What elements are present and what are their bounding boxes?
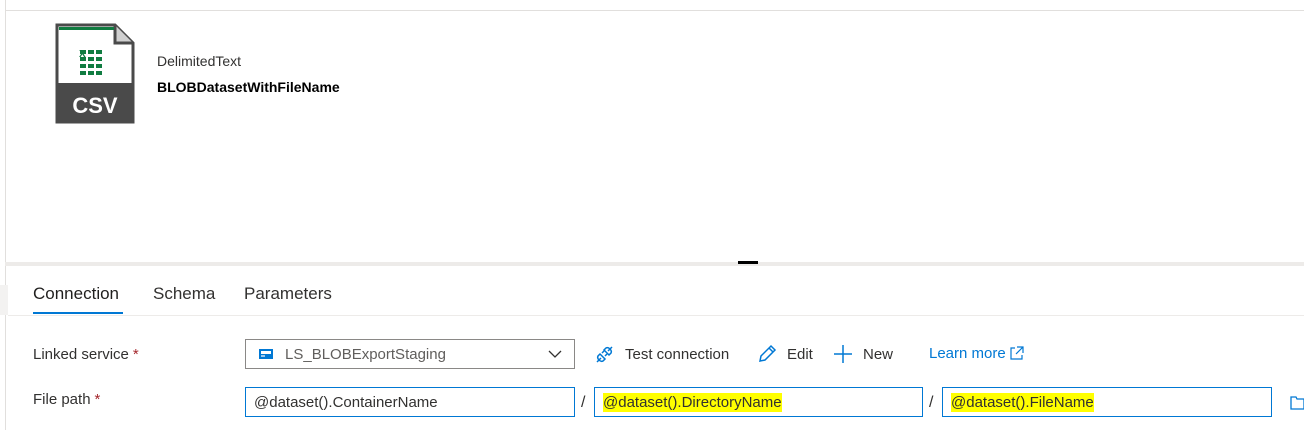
required-marker: *: [132, 346, 139, 363]
new-button[interactable]: New: [833, 344, 893, 364]
plug-icon: [596, 346, 613, 363]
dataset-name: BLOBDatasetWithFileName: [157, 79, 340, 95]
new-label: New: [863, 345, 894, 363]
learn-more-label: Learn more: [929, 345, 1006, 362]
directory-value: @dataset().DirectoryName: [603, 392, 782, 412]
storage-icon: [259, 349, 273, 359]
linked-service-select[interactable]: LS_BLOBExportStaging: [245, 339, 575, 369]
pencil-icon: [759, 344, 777, 362]
dataset-type-label: DelimitedText: [157, 53, 242, 69]
tab-parameters[interactable]: Parameters: [244, 284, 332, 304]
learn-more-link[interactable]: Learn more: [929, 345, 1024, 362]
directory-input[interactable]: @dataset().DirectoryName: [594, 387, 923, 417]
left-edge-shade: [0, 285, 8, 315]
tabs-divider: [8, 315, 1304, 316]
required-marker: *: [94, 391, 101, 408]
test-connection-button[interactable]: Test connection: [594, 344, 729, 365]
linked-service-label: Linked service *: [33, 346, 139, 363]
path-separator: /: [581, 394, 586, 411]
tab-connection[interactable]: Connection: [33, 284, 119, 304]
csv-file-icon: X CSV: [55, 23, 135, 124]
file-path-label: File path *: [33, 391, 100, 408]
panel-splitter[interactable]: [5, 262, 1304, 266]
container-input[interactable]: @dataset().ContainerName: [245, 387, 575, 417]
plus-icon: [834, 345, 852, 363]
linked-service-label-text: Linked service: [33, 346, 129, 363]
external-link-icon: [1010, 346, 1024, 360]
splitter-handle[interactable]: [738, 261, 758, 264]
edit-label: Edit: [787, 345, 813, 363]
svg-text:CSV: CSV: [72, 93, 118, 118]
top-divider: [5, 10, 1304, 11]
test-connection-label: Test connection: [625, 346, 730, 363]
chevron-down-icon: [548, 350, 562, 358]
path-separator: /: [929, 394, 934, 411]
folder-icon[interactable]: [1290, 394, 1304, 410]
edit-button[interactable]: Edit: [757, 344, 813, 364]
container-value: @dataset().ContainerName: [254, 393, 438, 411]
file-value: @dataset().FileName: [951, 392, 1094, 412]
tab-schema[interactable]: Schema: [153, 284, 215, 304]
file-path-label-text: File path: [33, 391, 91, 408]
linked-service-value: LS_BLOBExportStaging: [285, 345, 446, 363]
svg-text:X: X: [79, 49, 86, 60]
active-tab-indicator: [33, 312, 123, 314]
file-input[interactable]: @dataset().FileName: [942, 387, 1272, 417]
